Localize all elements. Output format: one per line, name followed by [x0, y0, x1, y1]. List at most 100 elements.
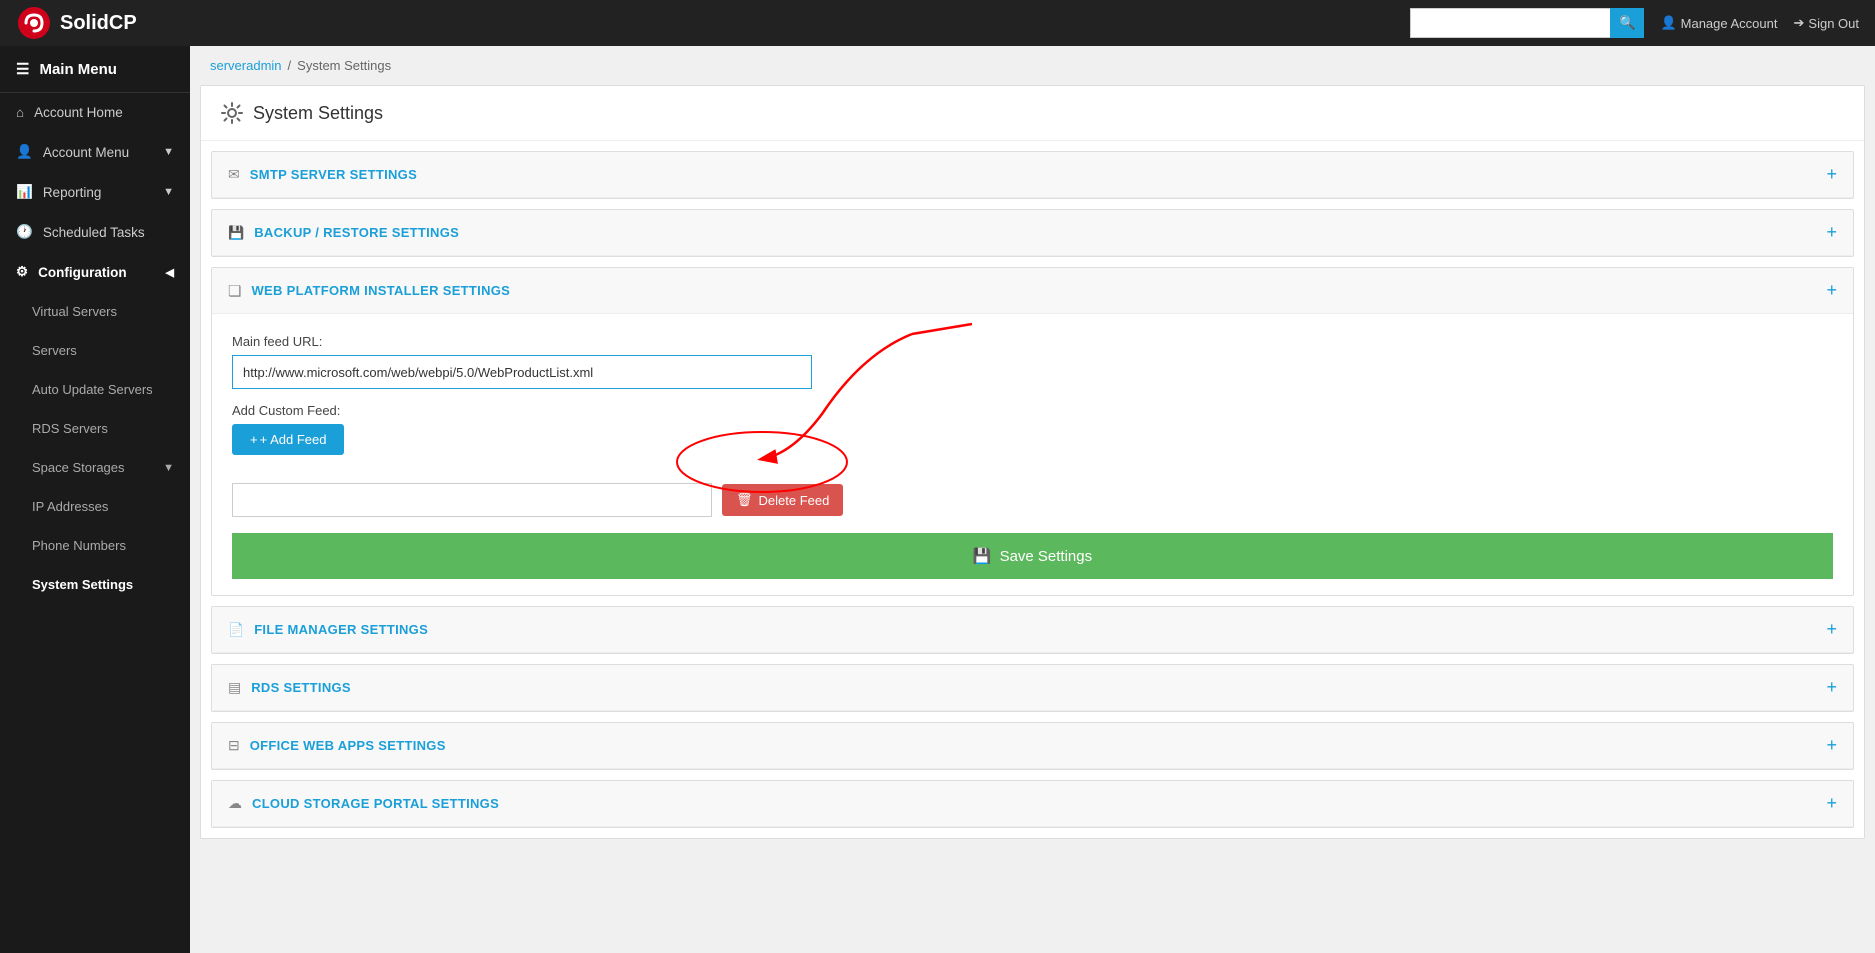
sidebar-item-auto-update-servers[interactable]: Auto Update Servers: [0, 370, 190, 409]
clock-icon: 🕐: [16, 224, 33, 240]
section-office-web-apps-header-left: OFFICE WEB APPS SETTINGS: [228, 737, 446, 754]
layout: ☰ Main Menu ⌂ Account Home 👤 Account Men…: [0, 46, 1875, 953]
section-smtp: SMTP SERVER SETTINGS +: [211, 151, 1854, 199]
user-icon: 👤: [1660, 15, 1676, 31]
section-smtp-title: SMTP SERVER SETTINGS: [250, 167, 417, 182]
settings-gear-icon: [221, 102, 243, 124]
search-wrapper: 🔍: [1410, 8, 1644, 38]
sidebar-item-account-menu[interactable]: 👤 Account Menu ▼: [0, 132, 190, 172]
main-content: serveradmin / System Settings System Set…: [190, 46, 1875, 953]
trash-icon: 🗑: [736, 492, 753, 508]
section-file-manager-title: FILE MANAGER SETTINGS: [254, 622, 428, 637]
save-settings-button[interactable]: 💾 Save Settings: [232, 533, 1833, 579]
sidebar-item-servers[interactable]: Servers: [0, 331, 190, 370]
breadcrumb-current: System Settings: [297, 58, 391, 73]
section-wpi-header-left: ❏ WEB PLATFORM INSTALLER SETTINGS: [228, 282, 510, 300]
section-smtp-header[interactable]: SMTP SERVER SETTINGS +: [212, 152, 1853, 198]
signout-icon: ➔: [1794, 15, 1805, 31]
breadcrumb-serveradmin[interactable]: serveradmin: [210, 58, 282, 73]
section-backup: BACKUP / RESTORE SETTINGS +: [211, 209, 1854, 257]
manage-account-link[interactable]: 👤 Manage Account: [1660, 15, 1777, 31]
windows-icon: ❏: [228, 282, 241, 300]
section-rds-header[interactable]: RDS SETTINGS +: [212, 665, 1853, 711]
hdd-icon: [228, 224, 244, 241]
delete-feed-button[interactable]: 🗑 Delete Feed: [722, 484, 843, 516]
logo: SolidCP: [16, 5, 137, 41]
section-smtp-toggle: +: [1826, 164, 1837, 185]
section-cloud-storage-toggle: +: [1826, 793, 1837, 814]
sidebar-item-configuration[interactable]: ⚙ Configuration ◀: [0, 252, 190, 292]
main-feed-group: Main feed URL:: [232, 334, 1833, 389]
section-rds-header-left: RDS SETTINGS: [228, 679, 351, 696]
main-feed-input[interactable]: [232, 355, 812, 389]
solidcp-logo-icon: [16, 5, 52, 41]
file-icon: [228, 621, 244, 638]
page-container: System Settings SMTP SERVER SETTINGS +: [200, 85, 1865, 839]
section-backup-header[interactable]: BACKUP / RESTORE SETTINGS +: [212, 210, 1853, 256]
sidebar-item-scheduled-tasks[interactable]: 🕐 Scheduled Tasks: [0, 212, 190, 252]
home-icon: ⌂: [16, 105, 24, 120]
section-office-web-apps-toggle: +: [1826, 735, 1837, 756]
sidebar-main-menu: ☰ Main Menu: [0, 46, 190, 93]
chevron-down-icon: ▼: [163, 146, 174, 158]
section-office-web-apps-header[interactable]: OFFICE WEB APPS SETTINGS +: [212, 723, 1853, 769]
section-file-manager-header-left: FILE MANAGER SETTINGS: [228, 621, 428, 638]
sidebar-item-system-settings[interactable]: System Settings: [0, 565, 190, 604]
breadcrumb-separator: /: [288, 58, 292, 73]
top-nav: SolidCP 🔍 👤 Manage Account ➔ Sign Out: [0, 0, 1875, 46]
section-wpi-toggle: +: [1826, 280, 1837, 301]
chevron-down-icon: ▼: [163, 462, 174, 474]
section-smtp-header-left: SMTP SERVER SETTINGS: [228, 166, 417, 183]
section-wpi-header[interactable]: ❏ WEB PLATFORM INSTALLER SETTINGS +: [212, 268, 1853, 314]
chart-icon: 📊: [16, 184, 33, 200]
add-feed-button[interactable]: + + Add Feed: [232, 424, 344, 455]
search-icon: 🔍: [1619, 15, 1636, 31]
section-rds: RDS SETTINGS +: [211, 664, 1854, 712]
section-cloud-storage: CLOUD STORAGE PORTAL SETTINGS +: [211, 780, 1854, 828]
section-cloud-storage-title: CLOUD STORAGE PORTAL SETTINGS: [252, 796, 499, 811]
sidebar-item-rds-servers[interactable]: RDS Servers: [0, 409, 190, 448]
section-cloud-storage-header[interactable]: CLOUD STORAGE PORTAL SETTINGS +: [212, 781, 1853, 827]
search-input[interactable]: [1410, 8, 1610, 38]
section-file-manager-header[interactable]: FILE MANAGER SETTINGS +: [212, 607, 1853, 653]
cloud-icon: [228, 795, 242, 812]
section-file-manager-toggle: +: [1826, 619, 1837, 640]
search-button[interactable]: 🔍: [1610, 8, 1644, 38]
section-office-web-apps-title: OFFICE WEB APPS SETTINGS: [250, 738, 446, 753]
section-rds-toggle: +: [1826, 677, 1837, 698]
top-nav-right: 🔍 👤 Manage Account ➔ Sign Out: [1410, 8, 1859, 38]
section-backup-title: BACKUP / RESTORE SETTINGS: [254, 225, 459, 240]
save-icon: 💾: [973, 547, 992, 565]
envelope-icon: [228, 166, 240, 183]
feed-row: 🗑 Delete Feed: [232, 483, 1833, 517]
plus-icon: +: [250, 432, 258, 447]
add-custom-feed-label: Add Custom Feed:: [232, 403, 1833, 418]
section-wpi-body: Main feed URL: Add Custom Feed: + + Add …: [212, 314, 1853, 595]
add-custom-feed-group: Add Custom Feed: + + Add Feed: [232, 403, 1833, 469]
apps-icon: [228, 737, 240, 754]
sidebar-item-reporting[interactable]: 📊 Reporting ▼: [0, 172, 190, 212]
section-wpi: ❏ WEB PLATFORM INSTALLER SETTINGS + Main…: [211, 267, 1854, 596]
sidebar-item-space-storages[interactable]: Space Storages ▼: [0, 448, 190, 487]
chevron-left-icon: ◀: [166, 266, 174, 279]
sidebar-item-ip-addresses[interactable]: IP Addresses: [0, 487, 190, 526]
section-wpi-title: WEB PLATFORM INSTALLER SETTINGS: [251, 283, 510, 298]
page-header: System Settings: [201, 86, 1864, 141]
sidebar-item-phone-numbers[interactable]: Phone Numbers: [0, 526, 190, 565]
section-office-web-apps: OFFICE WEB APPS SETTINGS +: [211, 722, 1854, 770]
logo-text: SolidCP: [60, 12, 137, 35]
page-title: System Settings: [253, 103, 383, 124]
sidebar-item-account-home[interactable]: ⌂ Account Home: [0, 93, 190, 132]
sign-out-link[interactable]: ➔ Sign Out: [1794, 15, 1860, 31]
table-icon: [228, 679, 241, 696]
custom-feed-input[interactable]: [232, 483, 712, 517]
section-backup-header-left: BACKUP / RESTORE SETTINGS: [228, 224, 459, 241]
main-feed-label: Main feed URL:: [232, 334, 1833, 349]
sidebar-item-virtual-servers[interactable]: Virtual Servers: [0, 292, 190, 331]
section-backup-toggle: +: [1826, 222, 1837, 243]
section-rds-title: RDS SETTINGS: [251, 680, 351, 695]
breadcrumb: serveradmin / System Settings: [190, 46, 1875, 85]
section-cloud-storage-header-left: CLOUD STORAGE PORTAL SETTINGS: [228, 795, 499, 812]
chevron-down-icon: ▼: [163, 186, 174, 198]
user-icon: 👤: [16, 144, 33, 160]
